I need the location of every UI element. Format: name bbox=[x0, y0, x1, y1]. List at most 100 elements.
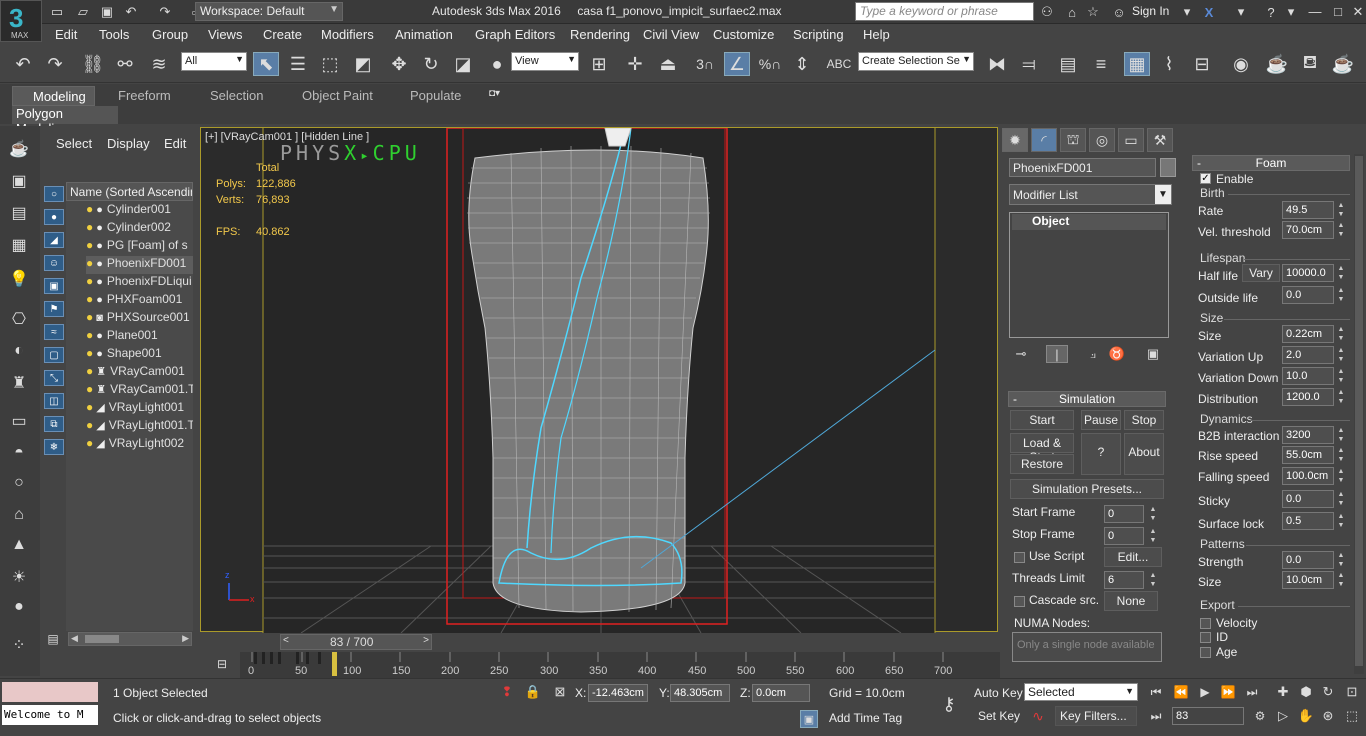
start-frame-field[interactable]: 0 bbox=[1104, 505, 1144, 523]
menu-edit[interactable]: Edit bbox=[55, 27, 77, 42]
spinner-arrows-icon[interactable]: ▲ ▼ bbox=[1336, 286, 1346, 304]
half-life-field[interactable]: 10000.0 bbox=[1282, 264, 1334, 282]
vary-button[interactable]: Vary bbox=[1242, 264, 1280, 282]
rendered-frame-window-icon[interactable]: ⛾ bbox=[1297, 52, 1323, 76]
list-item[interactable]: ● ● PhoenixFDLiqui bbox=[86, 274, 193, 292]
scroll-left-icon[interactable]: ◀ bbox=[71, 633, 78, 644]
modifier-stack-item[interactable]: Object bbox=[1012, 214, 1166, 230]
prev-frame-icon[interactable]: < bbox=[283, 635, 289, 646]
explorer-tab-edit[interactable]: Edit bbox=[164, 136, 186, 151]
percent-snap-icon[interactable]: %∩ bbox=[757, 52, 783, 76]
size-field[interactable]: 0.22cm bbox=[1282, 325, 1334, 343]
rate-field[interactable]: 49.5 bbox=[1282, 201, 1334, 219]
explorer-tab-display[interactable]: Display bbox=[107, 136, 150, 151]
display-xrefs-icon[interactable]: ⤡ bbox=[44, 370, 64, 386]
restore-button[interactable]: Restore bbox=[1010, 454, 1074, 474]
display-spacewarps-icon[interactable]: ≈ bbox=[44, 324, 64, 340]
menu-views[interactable]: Views bbox=[208, 27, 242, 42]
variation-up-field[interactable]: 2.0 bbox=[1282, 346, 1334, 364]
utilities-tab-icon[interactable]: ⚒ bbox=[1147, 128, 1173, 152]
hierarchy-tab-icon[interactable]: ⛫ bbox=[1060, 128, 1086, 152]
mini-curve-editor-icon[interactable]: ⊟ bbox=[214, 656, 230, 672]
tab-selection[interactable]: Selection bbox=[210, 86, 263, 106]
render-setup-icon[interactable]: ☕ bbox=[1264, 52, 1290, 76]
light-bulb-icon[interactable]: ● bbox=[86, 364, 93, 378]
light-bulb-icon[interactable]: ● bbox=[86, 310, 93, 324]
window-crossing-icon[interactable]: ◩ bbox=[350, 52, 376, 76]
isolate-selection-icon[interactable]: ❢ bbox=[500, 684, 514, 700]
stop-button[interactable]: Stop bbox=[1124, 410, 1164, 430]
spinner-arrows-icon[interactable]: ▲ ▼ bbox=[1148, 527, 1158, 545]
schematic-view-icon[interactable]: ⊟ bbox=[1189, 52, 1215, 76]
unlink-icon[interactable]: ⚯ bbox=[112, 52, 138, 76]
restore-icon[interactable]: □ bbox=[1328, 3, 1348, 20]
select-and-scale-icon[interactable]: ◪ bbox=[450, 52, 476, 76]
modify-tab-icon[interactable]: ◜ bbox=[1031, 128, 1057, 152]
numa-nodes-field[interactable]: Only a single node available bbox=[1012, 632, 1162, 662]
strength-field[interactable]: 0.0 bbox=[1282, 551, 1334, 569]
rectangular-selection-icon[interactable]: ⬚ bbox=[317, 52, 343, 76]
light-bulb-icon[interactable]: ● bbox=[86, 436, 93, 450]
redo-icon[interactable]: ↷ bbox=[42, 52, 68, 76]
spinner-arrows-icon[interactable]: ▲ ▼ bbox=[1336, 325, 1346, 343]
light-bulb-icon[interactable]: 💡 bbox=[8, 268, 30, 290]
help-button[interactable]: ? bbox=[1081, 433, 1121, 475]
communication-center-icon[interactable]: ⌂ bbox=[1063, 3, 1081, 21]
list-item[interactable]: ● ◢ VRayLight001 bbox=[86, 400, 193, 418]
search-input[interactable]: Type a keyword or phrase bbox=[855, 2, 1034, 21]
select-by-name-icon[interactable]: ☰ bbox=[285, 52, 311, 76]
key-icon[interactable]: ⚷ bbox=[934, 694, 964, 714]
maxscript-listener-input[interactable]: Welcome to M bbox=[2, 705, 98, 725]
object-name-field[interactable]: PhoenixFD001 bbox=[1009, 158, 1156, 177]
dome-icon[interactable]: ◓ bbox=[8, 442, 30, 464]
selection-lock-icon[interactable]: 🔒 bbox=[525, 684, 541, 700]
teapot-icon[interactable]: ☕ bbox=[8, 138, 30, 160]
manipulate-icon[interactable]: ✛ bbox=[622, 52, 648, 76]
simulation-presets-button[interactable]: Simulation Presets... bbox=[1010, 479, 1164, 499]
render-frame-icon[interactable]: ▣ bbox=[8, 170, 30, 192]
scroll-right-icon[interactable]: ▶ bbox=[182, 633, 189, 644]
display-tab-icon[interactable]: ▭ bbox=[1118, 128, 1144, 152]
display-containers-icon[interactable]: ⧉ bbox=[44, 416, 64, 432]
select-and-place-icon[interactable]: ● bbox=[484, 52, 510, 76]
b2b-interaction-field[interactable]: 3200 bbox=[1282, 426, 1334, 444]
scroll-thumb[interactable] bbox=[1355, 156, 1363, 666]
box-icon[interactable]: ▭ bbox=[8, 410, 30, 432]
sun-icon[interactable]: ☀ bbox=[8, 566, 30, 588]
spinner-arrows-icon[interactable]: ▲ ▼ bbox=[1336, 446, 1346, 464]
select-and-rotate-icon[interactable]: ↻ bbox=[418, 52, 444, 76]
falling-speed-field[interactable]: 100.0cm bbox=[1282, 467, 1334, 485]
spinner-arrows-icon[interactable]: ▲ ▼ bbox=[1336, 551, 1346, 569]
robot-icon[interactable]: ♜ bbox=[8, 372, 30, 394]
list-icon[interactable]: ▤ bbox=[8, 202, 30, 224]
display-helpers-icon[interactable]: ⚑ bbox=[44, 301, 64, 317]
menu-help[interactable]: Help bbox=[863, 27, 890, 42]
time-tag-icon[interactable]: ▣ bbox=[800, 710, 818, 728]
viewport[interactable] bbox=[200, 127, 998, 634]
sticky-field[interactable]: 0.0 bbox=[1282, 490, 1334, 508]
auto-key-button[interactable]: Auto Key bbox=[974, 686, 1023, 700]
keyboard-shortcut-override-icon[interactable]: ⏏ bbox=[655, 52, 681, 76]
disc-icon[interactable]: ● bbox=[8, 596, 30, 618]
list-item[interactable]: ● ● Cylinder002 bbox=[86, 220, 193, 238]
show-end-result-icon[interactable]: | bbox=[1046, 345, 1068, 363]
spinner-arrows-icon[interactable]: ▲ ▼ bbox=[1336, 264, 1346, 282]
threads-limit-field[interactable]: 6 bbox=[1104, 571, 1144, 589]
y-coord-field[interactable]: 48.305cm bbox=[670, 684, 730, 702]
export-id-checkbox[interactable] bbox=[1200, 632, 1211, 643]
minimize-icon[interactable]: — bbox=[1305, 3, 1325, 20]
camera-icon[interactable]: ⎔ bbox=[8, 308, 30, 330]
pause-button[interactable]: Pause bbox=[1081, 410, 1121, 430]
menu-scripting[interactable]: Scripting bbox=[793, 27, 844, 42]
application-button[interactable]: 3 MAX bbox=[0, 0, 42, 42]
select-object-icon[interactable]: ⬉ bbox=[253, 52, 279, 76]
distribution-field[interactable]: 1200.0 bbox=[1282, 388, 1334, 406]
chevron-down-icon[interactable]: ▾ bbox=[1178, 3, 1196, 21]
maximize-viewport-icon[interactable]: ⬚ bbox=[1344, 708, 1360, 724]
light-bulb-icon[interactable]: ● bbox=[86, 346, 93, 360]
explorer-type-icon[interactable]: ▤ bbox=[46, 632, 60, 646]
previous-frame-icon[interactable]: ⏪ bbox=[1173, 684, 1189, 700]
velocity-threshold-field[interactable]: 70.0cm bbox=[1282, 221, 1334, 239]
align-icon[interactable]: ⫤ bbox=[1016, 52, 1042, 76]
load-and-start-button[interactable]: Load & Start bbox=[1010, 433, 1074, 464]
